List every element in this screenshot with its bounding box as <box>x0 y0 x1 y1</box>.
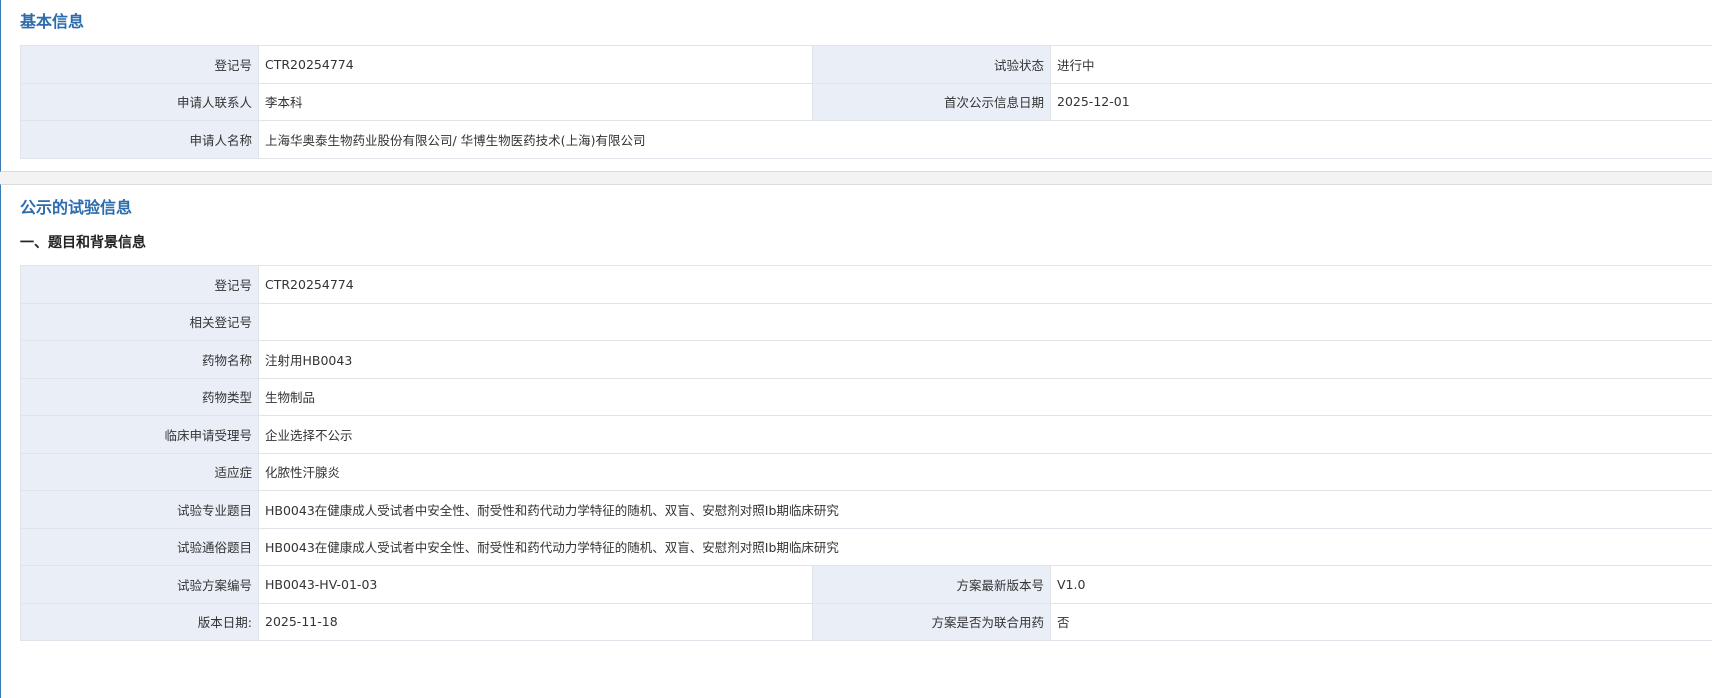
field-value: 李本科 <box>258 82 813 121</box>
field-label: 临床申请受理号 <box>20 415 259 454</box>
table-row: 适应症 化脓性汗腺炎 <box>20 452 1712 491</box>
table-row: 药物名称 注射用HB0043 <box>20 340 1712 379</box>
field-value: 上海华奥泰生物药业股份有限公司/ 华博生物医药技术(上海)有限公司 <box>258 120 1712 159</box>
field-value: HB0043-HV-01-03 <box>258 565 813 604</box>
field-label: 试验专业题目 <box>20 490 259 529</box>
field-label: 方案最新版本号 <box>812 565 1051 604</box>
table-row: 药物类型 生物制品 <box>20 377 1712 416</box>
field-value: 进行中 <box>1050 45 1712 84</box>
table-row: 登记号 CTR20254774 试验状态 进行中 <box>20 45 1712 84</box>
field-value: 化脓性汗腺炎 <box>258 452 1712 491</box>
field-value: 生物制品 <box>258 377 1712 416</box>
field-value: V1.0 <box>1050 565 1712 604</box>
field-value: CTR20254774 <box>258 265 1712 304</box>
field-value: HB0043在健康成人受试者中安全性、耐受性和药代动力学特征的随机、双盲、安慰剂… <box>258 490 1712 529</box>
public-trial-info-panel: 公示的试验信息 一、题目和背景信息 登记号 CTR20254774 相关登记号 … <box>0 184 1712 698</box>
table-row: 试验专业题目 HB0043在健康成人受试者中安全性、耐受性和药代动力学特征的随机… <box>20 490 1712 529</box>
field-label: 登记号 <box>20 45 259 84</box>
field-value <box>258 302 1712 341</box>
table-row: 版本日期: 2025-11-18 方案是否为联合用药 否 <box>20 602 1712 641</box>
field-value: 否 <box>1050 602 1712 641</box>
field-value: 2025-11-18 <box>258 602 813 641</box>
table-row: 试验通俗题目 HB0043在健康成人受试者中安全性、耐受性和药代动力学特征的随机… <box>20 527 1712 566</box>
background-info-table: 登记号 CTR20254774 相关登记号 药物名称 注射用HB0043 药物类… <box>20 265 1712 641</box>
field-label: 相关登记号 <box>20 302 259 341</box>
field-label: 药物名称 <box>20 340 259 379</box>
field-label: 试验方案编号 <box>20 565 259 604</box>
field-value: HB0043在健康成人受试者中安全性、耐受性和药代动力学特征的随机、双盲、安慰剂… <box>258 527 1712 566</box>
field-label: 申请人联系人 <box>20 82 259 121</box>
field-value: CTR20254774 <box>258 45 813 84</box>
field-label: 适应症 <box>20 452 259 491</box>
basic-info-panel: 基本信息 登记号 CTR20254774 试验状态 进行中 申请人联系人 李本科… <box>0 0 1712 172</box>
field-value: 企业选择不公示 <box>258 415 1712 454</box>
field-label: 首次公示信息日期 <box>812 82 1051 121</box>
field-label: 版本日期: <box>20 602 259 641</box>
field-label: 药物类型 <box>20 377 259 416</box>
field-label: 试验通俗题目 <box>20 527 259 566</box>
table-row: 相关登记号 <box>20 302 1712 341</box>
table-row: 临床申请受理号 企业选择不公示 <box>20 415 1712 454</box>
table-row: 登记号 CTR20254774 <box>20 265 1712 304</box>
table-row: 试验方案编号 HB0043-HV-01-03 方案最新版本号 V1.0 <box>20 565 1712 604</box>
basic-info-table: 登记号 CTR20254774 试验状态 进行中 申请人联系人 李本科 首次公示… <box>20 45 1712 159</box>
table-row: 申请人名称 上海华奥泰生物药业股份有限公司/ 华博生物医药技术(上海)有限公司 <box>20 120 1712 159</box>
background-section-subtitle: 一、题目和背景信息 <box>20 235 146 251</box>
field-label: 申请人名称 <box>20 120 259 159</box>
field-label: 登记号 <box>20 265 259 304</box>
field-value: 注射用HB0043 <box>258 340 1712 379</box>
field-value: 2025-12-01 <box>1050 82 1712 121</box>
table-row: 申请人联系人 李本科 首次公示信息日期 2025-12-01 <box>20 82 1712 121</box>
field-label: 试验状态 <box>812 45 1051 84</box>
public-trial-info-title: 公示的试验信息 <box>20 198 133 217</box>
field-label: 方案是否为联合用药 <box>812 602 1051 641</box>
basic-info-title: 基本信息 <box>20 12 85 31</box>
